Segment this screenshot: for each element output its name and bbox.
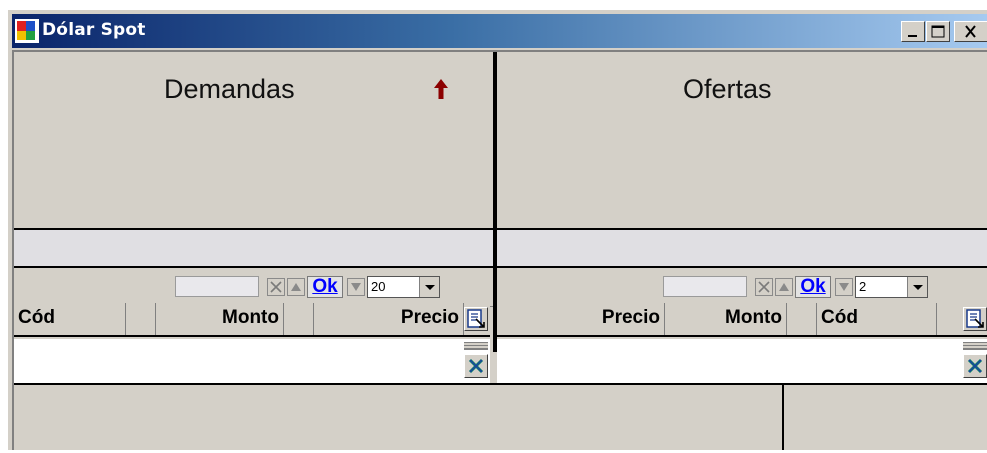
clear-icon [270, 281, 282, 293]
demandas-splitter-grip[interactable] [464, 342, 488, 350]
ofertas-down-button[interactable] [835, 278, 853, 296]
demandas-clear-button[interactable] [267, 278, 285, 296]
ofertas-heading: Ofertas [683, 74, 772, 104]
triangle-up-icon [779, 283, 789, 291]
ofertas-splitter-grip[interactable] [963, 342, 987, 350]
ofertas-up-button[interactable] [775, 278, 793, 296]
maximize-icon [931, 25, 945, 38]
ofertas-entry-field[interactable] [663, 276, 747, 297]
maximize-button[interactable] [926, 21, 950, 42]
demandas-heading: Demandas [164, 74, 295, 104]
window-content: Demandas Ofertas Ok 20 Ok 2 Cód Monto Pr… [12, 50, 987, 450]
excel-icon [468, 358, 484, 374]
ofertas-clear-button[interactable] [755, 278, 773, 296]
export-icon [966, 309, 984, 328]
column-header-monto[interactable]: Monto [665, 303, 787, 335]
export-icon [467, 309, 485, 328]
triangle-down-icon [839, 283, 849, 291]
excel-icon [967, 358, 983, 374]
title-bar[interactable]: Dólar Spot [12, 14, 987, 48]
demandas-summary-band [14, 230, 493, 266]
arrow-up-icon[interactable] [433, 78, 449, 100]
status-area-left [14, 385, 782, 450]
divider [497, 266, 987, 268]
divider [14, 266, 493, 268]
minimize-icon [908, 35, 917, 37]
demandas-grid-body[interactable] [14, 339, 490, 383]
chevron-down-icon[interactable] [419, 277, 439, 297]
demandas-entry-field[interactable] [175, 276, 259, 297]
triangle-up-icon [291, 283, 301, 291]
demandas-up-button[interactable] [287, 278, 305, 296]
status-area-right [784, 385, 987, 450]
ofertas-grid-body[interactable] [497, 339, 987, 383]
column-header-blank[interactable] [284, 303, 314, 335]
close-button[interactable] [954, 21, 987, 42]
column-header-cod[interactable]: Cód [817, 303, 937, 335]
demandas-export-button[interactable] [464, 307, 488, 331]
ofertas-ok-button[interactable]: Ok [795, 276, 831, 298]
window-title: Dólar Spot [42, 20, 146, 40]
ofertas-summary-band [497, 230, 987, 266]
column-header-blank[interactable] [787, 303, 817, 335]
demandas-count-value: 20 [371, 279, 386, 294]
ofertas-count-value: 2 [859, 279, 867, 294]
column-header-monto[interactable]: Monto [156, 303, 284, 335]
demandas-ok-button[interactable]: Ok [307, 276, 343, 298]
demandas-count-select[interactable]: 20 [367, 276, 440, 298]
demandas-down-button[interactable] [347, 278, 365, 296]
ofertas-excel-button[interactable] [963, 354, 987, 378]
demandas-excel-button[interactable] [464, 354, 488, 378]
ofertas-count-select[interactable]: 2 [855, 276, 928, 298]
column-header-precio[interactable]: Precio [314, 303, 464, 335]
close-icon [965, 25, 976, 38]
triangle-down-icon [351, 283, 361, 291]
column-header-precio[interactable]: Precio [497, 303, 665, 335]
dolar-spot-window: Dólar Spot Demandas Ofertas Ok 20 Ok 2 C… [6, 8, 987, 450]
ofertas-grid-header: Precio Monto Cód [497, 303, 987, 337]
ofertas-export-button[interactable] [963, 307, 987, 331]
minimize-button[interactable] [901, 21, 925, 42]
column-header-cod[interactable]: Cód [14, 303, 126, 335]
app-logo-icon [15, 19, 39, 43]
demandas-grid-header: Cód Monto Precio [14, 303, 490, 337]
column-header-blank[interactable] [126, 303, 156, 335]
chevron-down-icon[interactable] [907, 277, 927, 297]
clear-icon [758, 281, 770, 293]
